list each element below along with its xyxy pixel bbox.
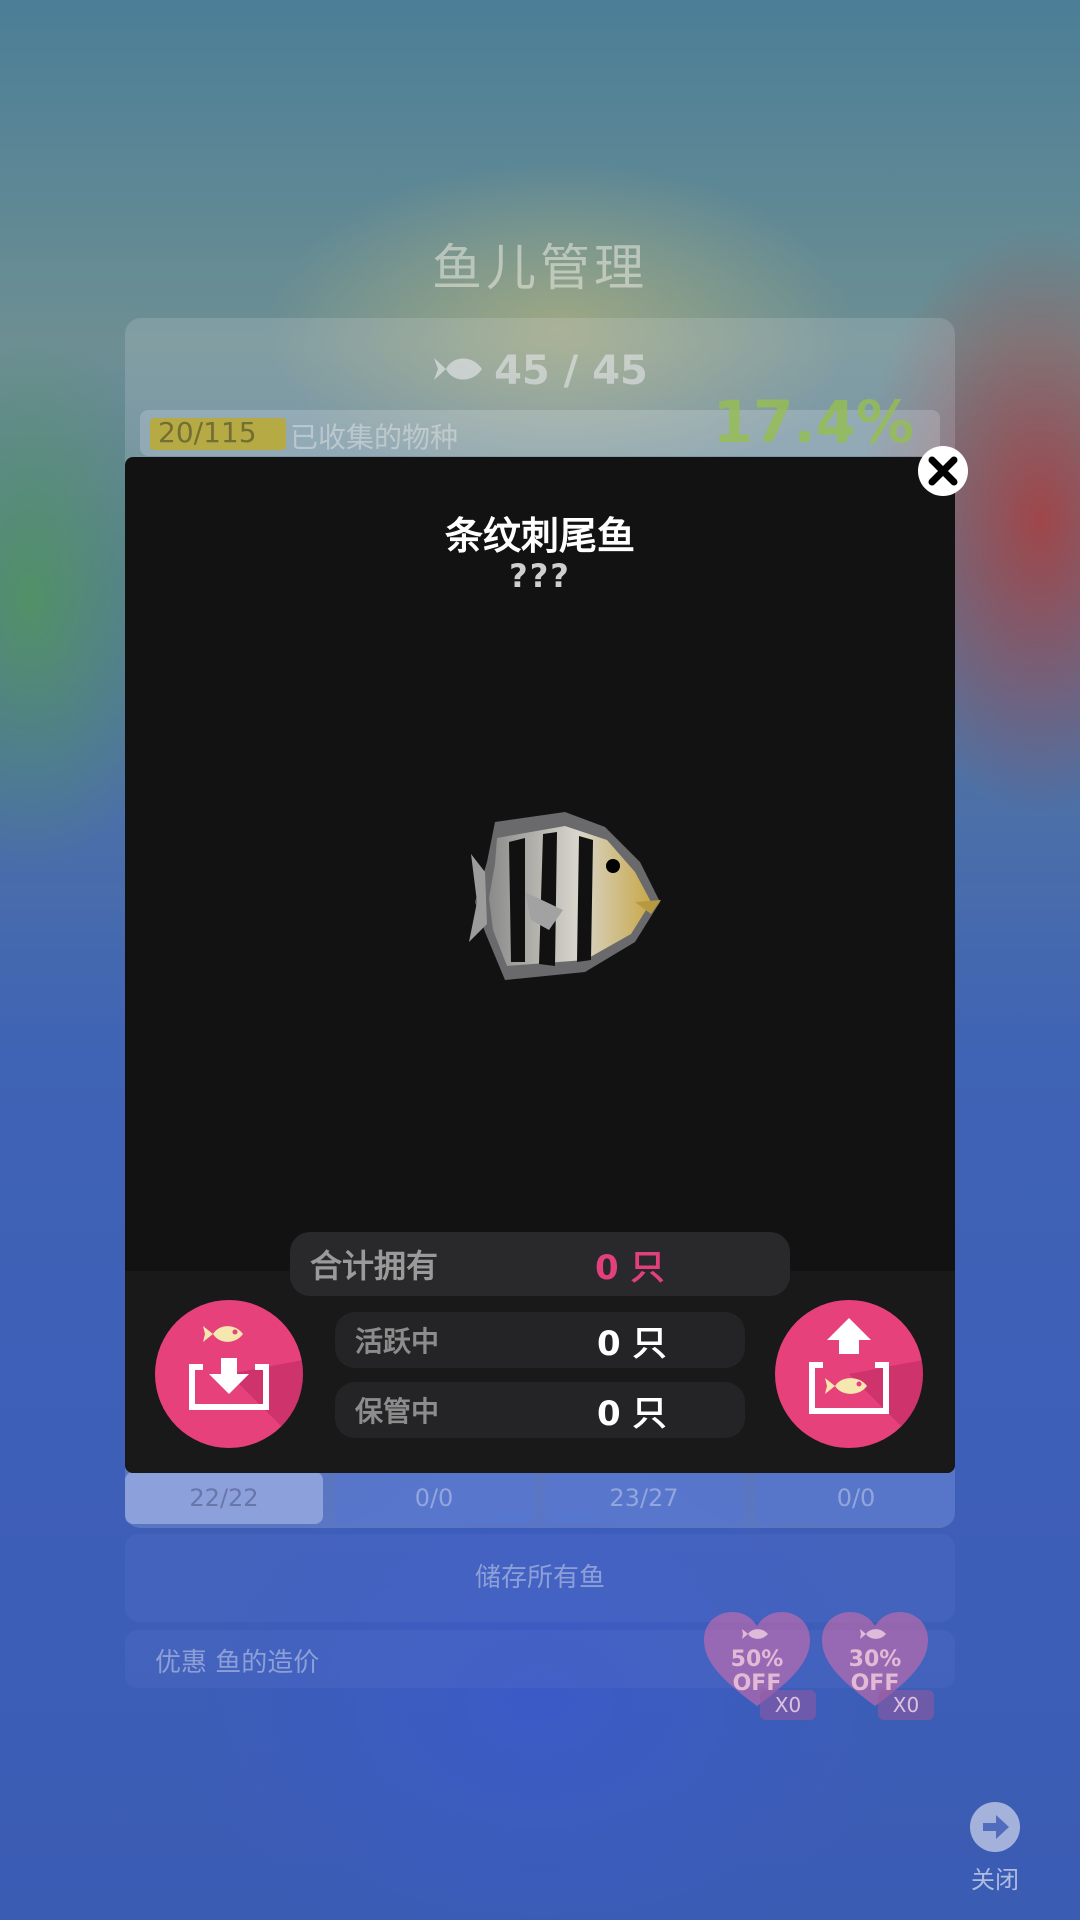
total-owned-value: 0 只 bbox=[595, 1247, 665, 1288]
store-fish-button[interactable] bbox=[155, 1300, 303, 1448]
fish-detail-modal: 条纹刺尾鱼 ??? 合计拥有 0 只 活跃中 0 只 保管中 0 只 bbox=[125, 457, 955, 1473]
release-fish-button[interactable] bbox=[775, 1300, 923, 1448]
close-icon bbox=[928, 456, 958, 486]
fish-count-text: 45 / 45 bbox=[494, 348, 648, 394]
total-owned-row: 合计拥有 0 只 bbox=[290, 1232, 790, 1296]
coupon-percent: 50% bbox=[730, 1647, 784, 1672]
progress-number: 20/115 bbox=[158, 416, 257, 449]
active-value: 0 只 bbox=[597, 1323, 667, 1364]
store-fish-icon bbox=[189, 1326, 303, 1448]
fish-name: 条纹刺尾鱼 bbox=[444, 514, 635, 558]
coupon-count: X0 bbox=[878, 1690, 934, 1720]
progress-label: 已收集的物种 bbox=[290, 421, 459, 454]
release-fish-icon bbox=[809, 1318, 923, 1448]
fish-tabs: 22/22 0/0 23/27 0/0 bbox=[125, 1472, 955, 1524]
collection-percent: 17.4% bbox=[712, 388, 914, 456]
coupon-count: X0 bbox=[760, 1690, 816, 1720]
page-title: 鱼儿管理 bbox=[432, 239, 648, 297]
fish-subtitle: ??? bbox=[509, 557, 571, 595]
close-page-label: 关闭 bbox=[971, 1866, 1019, 1894]
fish-model bbox=[465, 802, 665, 992]
fish-icon bbox=[432, 350, 484, 396]
tab-2[interactable]: 0/0 bbox=[335, 1472, 533, 1524]
stored-value: 0 只 bbox=[597, 1393, 667, 1434]
stored-row: 保管中 0 只 bbox=[335, 1382, 745, 1438]
tab-1[interactable]: 22/22 bbox=[125, 1472, 323, 1524]
tab-4[interactable]: 0/0 bbox=[757, 1472, 955, 1524]
coupon-50[interactable]: 50% OFF X0 bbox=[702, 1610, 816, 1720]
total-owned-label: 合计拥有 bbox=[310, 1247, 439, 1285]
coupon-30[interactable]: 30% OFF X0 bbox=[820, 1610, 934, 1720]
modal-close-button[interactable] bbox=[918, 446, 968, 496]
discount-label: 优惠 鱼的造价 bbox=[155, 1648, 320, 1678]
close-page-button[interactable]: 关闭 bbox=[964, 1802, 1026, 1895]
coupon-percent: 30% bbox=[848, 1647, 902, 1672]
tab-3[interactable]: 23/27 bbox=[545, 1472, 743, 1524]
fish-count: 45 / 45 bbox=[0, 348, 1080, 396]
active-label: 活跃中 bbox=[355, 1325, 440, 1358]
arrow-right-icon bbox=[970, 1802, 1020, 1852]
store-all-button[interactable]: 储存所有鱼 bbox=[125, 1534, 955, 1622]
active-row: 活跃中 0 只 bbox=[335, 1312, 745, 1368]
stored-label: 保管中 bbox=[355, 1395, 440, 1428]
